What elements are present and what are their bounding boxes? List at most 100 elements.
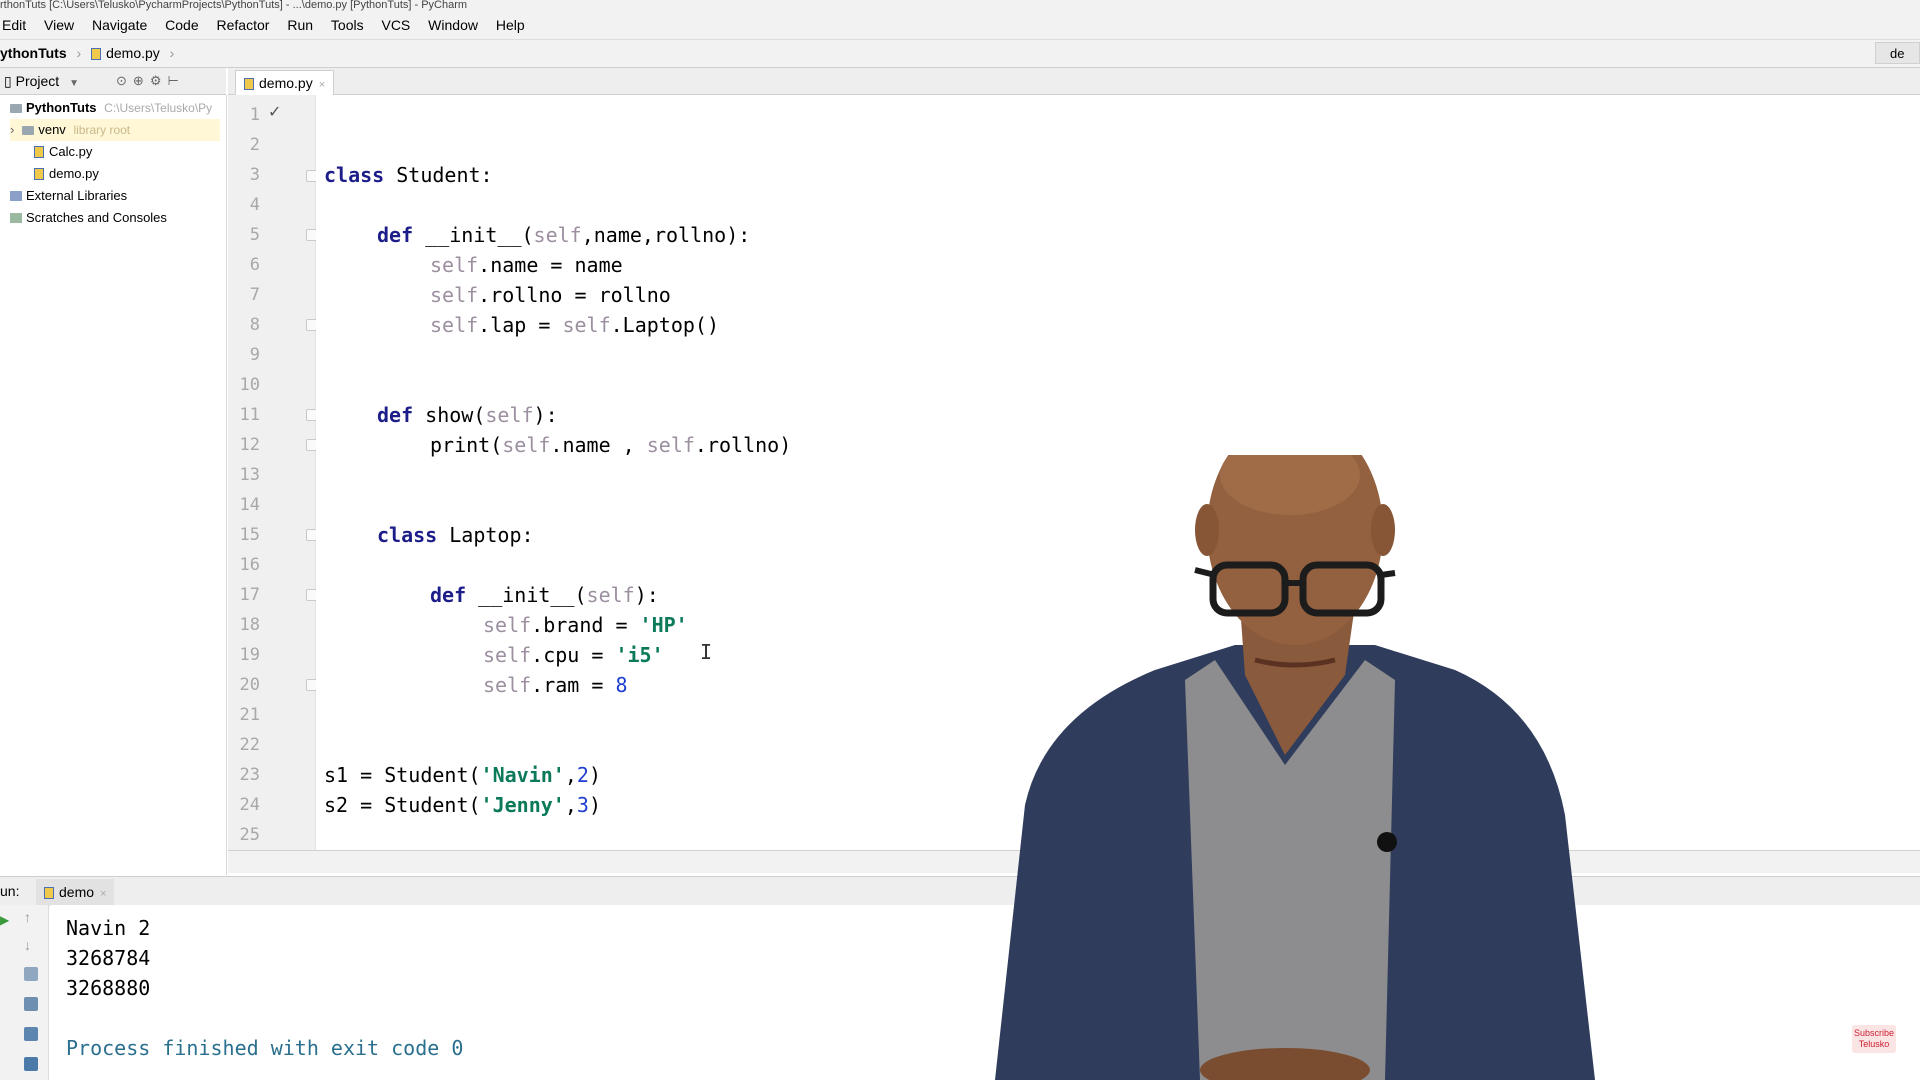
code-token: def: [377, 223, 414, 247]
menu-help[interactable]: Help: [496, 12, 525, 39]
menu-refactor[interactable]: Refactor: [217, 12, 270, 39]
collapse-icon[interactable]: ⊕: [133, 73, 150, 88]
code-line: s2 = Student('Jenny',3): [324, 790, 601, 820]
chevron-right-icon[interactable]: ›: [10, 122, 14, 137]
code-token: __init__(: [466, 583, 587, 607]
breadcrumb-separator: ›: [76, 45, 82, 61]
code-token: 2: [576, 763, 589, 787]
code-token: class: [377, 523, 438, 547]
tree-item-label: Calc.py: [49, 144, 93, 159]
code-token: 'HP': [639, 613, 688, 637]
code-token: .Laptop(): [610, 313, 720, 337]
menu-edit[interactable]: Edit: [2, 12, 26, 39]
arrow-up-icon[interactable]: ↑: [24, 909, 31, 925]
line-number: 20: [239, 675, 260, 695]
code-token: self: [562, 313, 611, 337]
tree-item-label: venv: [38, 122, 66, 137]
line-number: 24: [239, 795, 260, 815]
soft-wrap-icon[interactable]: [24, 967, 38, 981]
line-number: 8: [249, 315, 260, 335]
code-token: .rollno): [694, 433, 792, 457]
tree-item-label: demo.py: [49, 166, 99, 181]
subscribe-watermark[interactable]: Subscribe Telusko: [1852, 1025, 1896, 1053]
code-token: .brand =: [531, 613, 640, 637]
run-side-tools: ▶ ↑ ↓: [0, 905, 49, 1080]
code-token: .rollno = rollno: [478, 283, 671, 307]
scroll-to-end-icon[interactable]: [24, 997, 38, 1011]
code-token: s2 = Student(: [324, 793, 481, 817]
tree-item-demo-py[interactable]: demo.py: [34, 163, 99, 185]
menu-run[interactable]: Run: [287, 12, 313, 39]
breadcrumb-project[interactable]: ythonTuts: [0, 45, 67, 61]
text-cursor-icon: I: [700, 640, 713, 664]
menu-vcs[interactable]: VCS: [381, 12, 410, 39]
code-token: show(: [413, 403, 486, 427]
breadcrumb-file[interactable]: demo.py: [106, 45, 160, 61]
run-config-selector[interactable]: de: [1875, 42, 1920, 64]
gear-icon[interactable]: ⚙: [150, 73, 168, 88]
line-number: 12: [239, 435, 260, 455]
tree-item-scratches[interactable]: Scratches and Consoles: [10, 207, 167, 229]
code-token: self: [430, 283, 479, 307]
line-number: 22: [239, 735, 260, 755]
code-token: ):: [634, 583, 659, 607]
folder-icon: [22, 126, 35, 135]
project-view-selector[interactable]: Project: [16, 73, 60, 89]
code-line: def __init__(self):: [430, 580, 659, 610]
menu-tools[interactable]: Tools: [331, 12, 364, 39]
code-line: s1 = Student('Navin',2): [324, 760, 601, 790]
line-number: 17: [239, 585, 260, 605]
line-number: 16: [239, 555, 260, 575]
tree-item-pythontuts[interactable]: PythonTuts C:\Users\Telusko\Py: [10, 97, 212, 119]
chevron-down-icon[interactable]: ▼: [69, 78, 79, 89]
editor-tabs: demo.py ×: [228, 68, 1920, 95]
breadcrumb: ythonTuts › demo.py › de: [0, 40, 1920, 68]
presenter-overlay: [995, 455, 1595, 1080]
line-number: 19: [239, 645, 260, 665]
line-number: 10: [239, 375, 260, 395]
line-number: 6: [249, 255, 260, 275]
console-line: 3268784: [66, 946, 151, 970]
tree-item-hint: C:\Users\Telusko\Py: [104, 101, 213, 115]
code-token: self: [502, 433, 551, 457]
tree-item-external-libraries[interactable]: External Libraries: [10, 185, 127, 207]
menu-bar: Edit View Navigate Code Refactor Run Too…: [0, 12, 1920, 40]
code-token: def: [430, 583, 467, 607]
close-icon[interactable]: ×: [100, 888, 106, 900]
code-token: self: [430, 253, 479, 277]
line-number: 18: [239, 615, 260, 635]
code-line: class Laptop:: [377, 520, 534, 550]
menu-view[interactable]: View: [44, 12, 74, 39]
code-token: Laptop:: [437, 523, 534, 547]
code-token: self: [646, 433, 695, 457]
code-line: def show(self):: [377, 400, 558, 430]
menu-code[interactable]: Code: [165, 12, 198, 39]
tree-item-label: Scratches and Consoles: [26, 210, 167, 225]
code-token: self: [586, 583, 635, 607]
window-title: rthonTuts [C:\Users\Telusko\PycharmProje…: [0, 0, 1920, 12]
code-token: 'i5': [615, 643, 664, 667]
tree-item-venv[interactable]: › venv library root: [10, 119, 220, 141]
arrow-down-icon[interactable]: ↓: [24, 937, 31, 953]
code-token: self: [485, 403, 534, 427]
folder-icon: [10, 104, 22, 113]
close-icon[interactable]: ×: [319, 79, 325, 91]
console-line: Navin 2: [66, 916, 151, 940]
breadcrumb-separator: ›: [169, 45, 175, 61]
code-token: def: [377, 403, 414, 427]
code-line: self.name = name: [430, 250, 623, 280]
print-icon[interactable]: [24, 1027, 38, 1041]
rerun-icon[interactable]: ▶: [0, 913, 9, 927]
run-tab-demo[interactable]: demo ×: [36, 879, 115, 905]
code-line: class Student:: [324, 160, 493, 190]
menu-window[interactable]: Window: [428, 12, 478, 39]
trash-icon[interactable]: [24, 1057, 38, 1071]
tree-item-hint: library root: [73, 123, 131, 137]
code-token: print(: [430, 433, 503, 457]
menu-navigate[interactable]: Navigate: [92, 12, 147, 39]
tab-demo-py[interactable]: demo.py ×: [235, 70, 335, 95]
code-line: self.ram = 8: [483, 670, 628, 700]
tree-item-calc-py[interactable]: Calc.py: [34, 141, 92, 163]
hide-icon[interactable]: ⊢: [167, 73, 184, 88]
locate-icon[interactable]: ⊙: [116, 73, 133, 88]
